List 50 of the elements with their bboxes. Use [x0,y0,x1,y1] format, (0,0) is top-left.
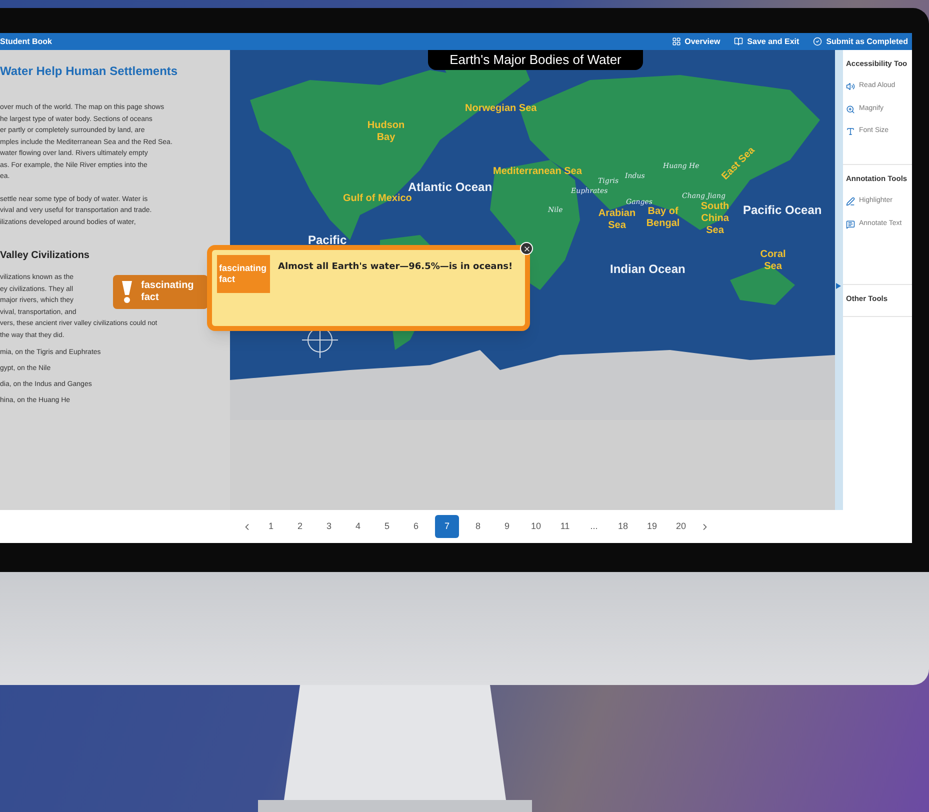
map-label: Indian Ocean [610,261,686,278]
zoom-in-icon [846,104,855,114]
map-label: Arabian Sea [597,208,637,232]
page-button[interactable]: 18 [613,515,633,538]
page-button[interactable]: 8 [468,515,488,538]
map-label: Coral Sea [759,249,787,273]
map-label: Atlantic Ocean [408,179,492,194]
header-action[interactable]: Submit as Completed [813,36,908,48]
page-button[interactable]: 10 [526,515,546,538]
header-action[interactable]: Save and Exit [734,36,800,48]
map-label: Hudson Bay [366,120,406,144]
check-circle-icon [813,37,822,46]
note-icon [846,220,855,228]
page-button[interactable]: 3 [319,515,339,538]
map-label: Pacific Ocean [743,202,822,219]
map-label: South China Sea [700,201,730,237]
map-label: Bay of Bengal [645,206,681,230]
page-button[interactable]: 4 [348,515,368,538]
grid-icon [672,37,681,46]
map-label: Gulf of Mexico [343,193,412,205]
map-label: Pacific [308,232,347,249]
page-button[interactable]: 1 [261,515,281,538]
page-button[interactable]: ... [584,515,604,538]
map-label: Mediterranean Sea [493,166,582,178]
fact-icon-text: fact [219,274,236,285]
book-icon [734,37,744,46]
page-button[interactable]: 7 [435,515,459,538]
page-button[interactable]: 11 [555,515,575,538]
speaker-icon [846,82,855,91]
pen-icon [846,197,855,206]
exclamation-icon [121,280,133,304]
page-button[interactable]: 2 [290,515,310,538]
text-size-icon [846,127,855,136]
page-button[interactable]: 6 [406,515,426,538]
fact-message: Almost all Earth's water—96.5%—is in oceans! [278,261,513,274]
page-button[interactable]: 5 [377,515,397,538]
map-label: Norwegian Sea [465,103,537,115]
close-icon [522,244,530,252]
header-action[interactable]: Overview [672,36,720,48]
section-heading: Valley Civilizations [0,250,90,262]
badge-text: fascinating [141,280,194,292]
map-title: Earth's Major Bodies of Water [428,50,643,70]
lesson-heading: Water Help Human Settlements [0,64,179,78]
page-button[interactable]: 9 [497,515,517,538]
expand-arrow-icon[interactable] [836,283,841,289]
page-button[interactable]: 20 [671,515,691,538]
app-title: Student Book [0,36,52,48]
fact-icon-text: fascinating [219,263,268,274]
page-button[interactable]: 19 [642,515,662,538]
badge-text: fact [141,292,160,304]
